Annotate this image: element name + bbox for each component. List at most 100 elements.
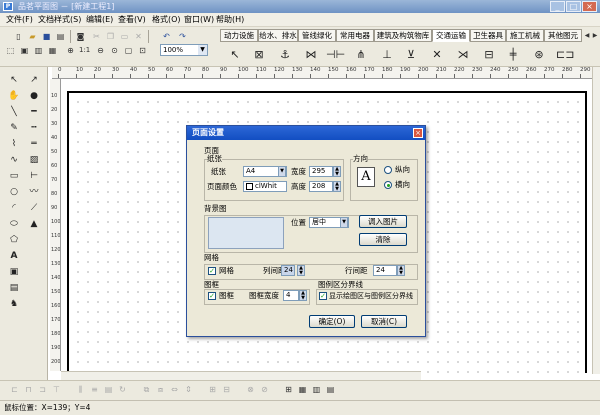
minimize-button[interactable]: _ — [550, 1, 565, 12]
lock-icon[interactable]: ⊞ — [206, 383, 219, 395]
tab-other-elements[interactable]: 其他图元 — [544, 29, 582, 42]
zoom-width-icon[interactable]: ⊡ — [136, 44, 149, 56]
node-edit-icon[interactable]: ↗ — [26, 73, 42, 87]
zoom-ratio-button[interactable]: 1:1 — [78, 44, 91, 56]
import-image-button[interactable]: 调入图片 — [359, 215, 407, 228]
bring-front-icon[interactable]: ⧉ — [140, 383, 153, 395]
group-icon[interactable]: ▣ — [18, 44, 31, 56]
position-select[interactable]: 居中 ▼ — [309, 217, 349, 228]
circle-icon[interactable]: ○ — [6, 185, 22, 199]
close-button[interactable]: × — [582, 1, 597, 12]
tunnel-symbol-icon[interactable]: ⋔ — [352, 46, 370, 64]
line-icon[interactable]: ╲ — [6, 105, 22, 119]
send-back-icon[interactable]: ⧈ — [154, 383, 167, 395]
paste-icon[interactable]: ▭ — [118, 30, 131, 42]
frame-width-spinner[interactable]: ▲ ▼ — [299, 290, 307, 301]
menu-doc-style[interactable]: 文档样式(S) — [38, 14, 81, 25]
signal-symbol-icon[interactable]: ⊛ — [530, 46, 548, 64]
junction-symbol-icon[interactable]: ⊻ — [402, 46, 420, 64]
track-symbol-icon[interactable]: ╪ — [504, 46, 522, 64]
flip-v-icon[interactable]: ⇕ — [182, 383, 195, 395]
rotate-icon[interactable]: ↻ — [116, 383, 129, 395]
dialog-close-icon[interactable]: × — [413, 128, 423, 138]
tab-common-electrical[interactable]: 常用电器 — [336, 29, 374, 42]
combine-icon[interactable]: ⊗ — [244, 383, 257, 395]
print-icon[interactable]: ▤ — [54, 30, 67, 42]
same-size-icon[interactable]: ▤ — [102, 383, 115, 395]
table-icon[interactable]: ▦ — [296, 383, 309, 395]
delete-icon[interactable]: ✕ — [132, 30, 145, 42]
tab-scroll-right-icon[interactable]: ▶ — [591, 29, 599, 41]
align-left-icon[interactable]: ⊏ — [8, 383, 21, 395]
tab-power-facilities[interactable]: 动力设施 — [220, 29, 258, 42]
hatch-icon[interactable]: ▨ — [26, 153, 42, 167]
curve-icon[interactable]: ∿ — [6, 153, 22, 167]
menu-window[interactable]: 窗口(W) — [184, 14, 214, 25]
arc-icon[interactable]: ◜ — [6, 201, 22, 215]
thick-line-icon[interactable]: ━ — [26, 105, 42, 119]
row-spacing-spinner[interactable]: ▲ ▼ — [397, 265, 405, 276]
row-spacing-input[interactable]: 24 — [373, 265, 397, 276]
train-symbol-icon[interactable]: ⊟ — [480, 46, 498, 64]
copy-icon[interactable]: ❐ — [104, 30, 117, 42]
rectangle-icon[interactable]: ▭ — [6, 169, 22, 183]
legend-icon[interactable]: ▥ — [310, 383, 323, 395]
hand-icon[interactable]: ✋ — [6, 89, 22, 103]
wave-icon[interactable]: 〰 — [26, 185, 42, 199]
stamp-tool-icon[interactable]: ♞ — [6, 297, 22, 311]
cancel-button[interactable]: 取消(C) — [361, 315, 407, 328]
interchange-icon[interactable]: ⋊ — [454, 46, 472, 64]
polygon-icon[interactable]: ⬠ — [6, 233, 22, 247]
grid-checkbox[interactable]: ✓ — [208, 267, 216, 275]
select-arrow-icon[interactable]: ↖ — [6, 73, 22, 87]
frame-checkbox[interactable]: ✓ — [208, 292, 216, 300]
menu-help[interactable]: 帮助(H) — [216, 14, 244, 25]
tab-sanitary-ware[interactable]: 卫生器具 — [470, 29, 506, 42]
frame-width-input[interactable]: 4 — [283, 290, 299, 301]
layer-icon[interactable]: ▦ — [46, 44, 59, 56]
menu-view[interactable]: 查看(V) — [118, 14, 146, 25]
zoom-page-icon[interactable]: ▢ — [122, 44, 135, 56]
zoom-fit-icon[interactable]: ⊙ — [108, 44, 121, 56]
landscape-radio[interactable] — [384, 181, 392, 189]
flip-h-icon[interactable]: ⇔ — [168, 383, 181, 395]
text-tool-icon[interactable]: A — [6, 249, 22, 263]
unlock-icon[interactable]: ⊟ — [220, 383, 233, 395]
horizontal-scrollbar[interactable] — [61, 371, 421, 380]
ok-button[interactable]: 确定(O) — [309, 315, 355, 328]
gate-symbol-icon[interactable]: ⊏⊐ — [556, 46, 574, 64]
height-spinner[interactable]: ▲ ▼ — [333, 181, 341, 192]
picture-tool-icon[interactable]: ▤ — [6, 281, 22, 295]
width-spinner[interactable]: ▲ ▼ — [333, 166, 341, 177]
angle-line-icon[interactable]: ⟋ — [26, 201, 42, 215]
road-crossing-icon[interactable]: ✕ — [428, 46, 446, 64]
tab-transportation[interactable]: 交通运输 — [432, 29, 470, 42]
distribute-h-icon[interactable]: ⫼ — [74, 383, 87, 395]
width-input[interactable]: 295 — [309, 166, 333, 177]
tab-water-drainage[interactable]: 给水、排水 — [258, 29, 298, 42]
crossing-symbol-icon[interactable]: ⊠ — [250, 46, 268, 64]
new-icon[interactable]: ▯ — [12, 30, 25, 42]
break-icon[interactable]: ⊘ — [258, 383, 271, 395]
col-spacing-input[interactable]: 24 — [281, 265, 295, 276]
polyline-icon[interactable]: ⌇ — [6, 137, 22, 151]
menu-edit[interactable]: 编辑(E) — [86, 14, 113, 25]
open-icon[interactable]: ▰ — [26, 30, 39, 42]
pipe-joint-icon[interactable]: ⊣⊢ — [326, 46, 345, 64]
double-line-icon[interactable]: ═ — [26, 137, 42, 151]
align-top-icon[interactable]: ⊤ — [50, 383, 63, 395]
redo-icon[interactable]: ↷ — [176, 30, 189, 42]
pointer-icon[interactable]: ↖ — [226, 46, 244, 64]
height-input[interactable]: 208 — [309, 181, 333, 192]
preview-icon[interactable]: ◙ — [74, 30, 87, 42]
fill-icon[interactable]: ▲ — [26, 217, 42, 231]
page-color-select[interactable]: clWhit — [243, 181, 287, 192]
bridge-symbol-icon[interactable]: ⊥ — [378, 46, 396, 64]
tab-pipeline-greening[interactable]: 管线绿化 — [298, 29, 336, 42]
select-all-icon[interactable]: ⬚ — [4, 44, 17, 56]
tab-scroll-left-icon[interactable]: ◀ — [583, 29, 591, 41]
menu-format[interactable]: 格式(O) — [152, 14, 181, 25]
ellipse-icon[interactable]: ⬭ — [6, 217, 22, 231]
zoom-out-icon[interactable]: ⊖ — [94, 44, 107, 56]
pencil-icon[interactable]: ✎ — [6, 121, 22, 135]
